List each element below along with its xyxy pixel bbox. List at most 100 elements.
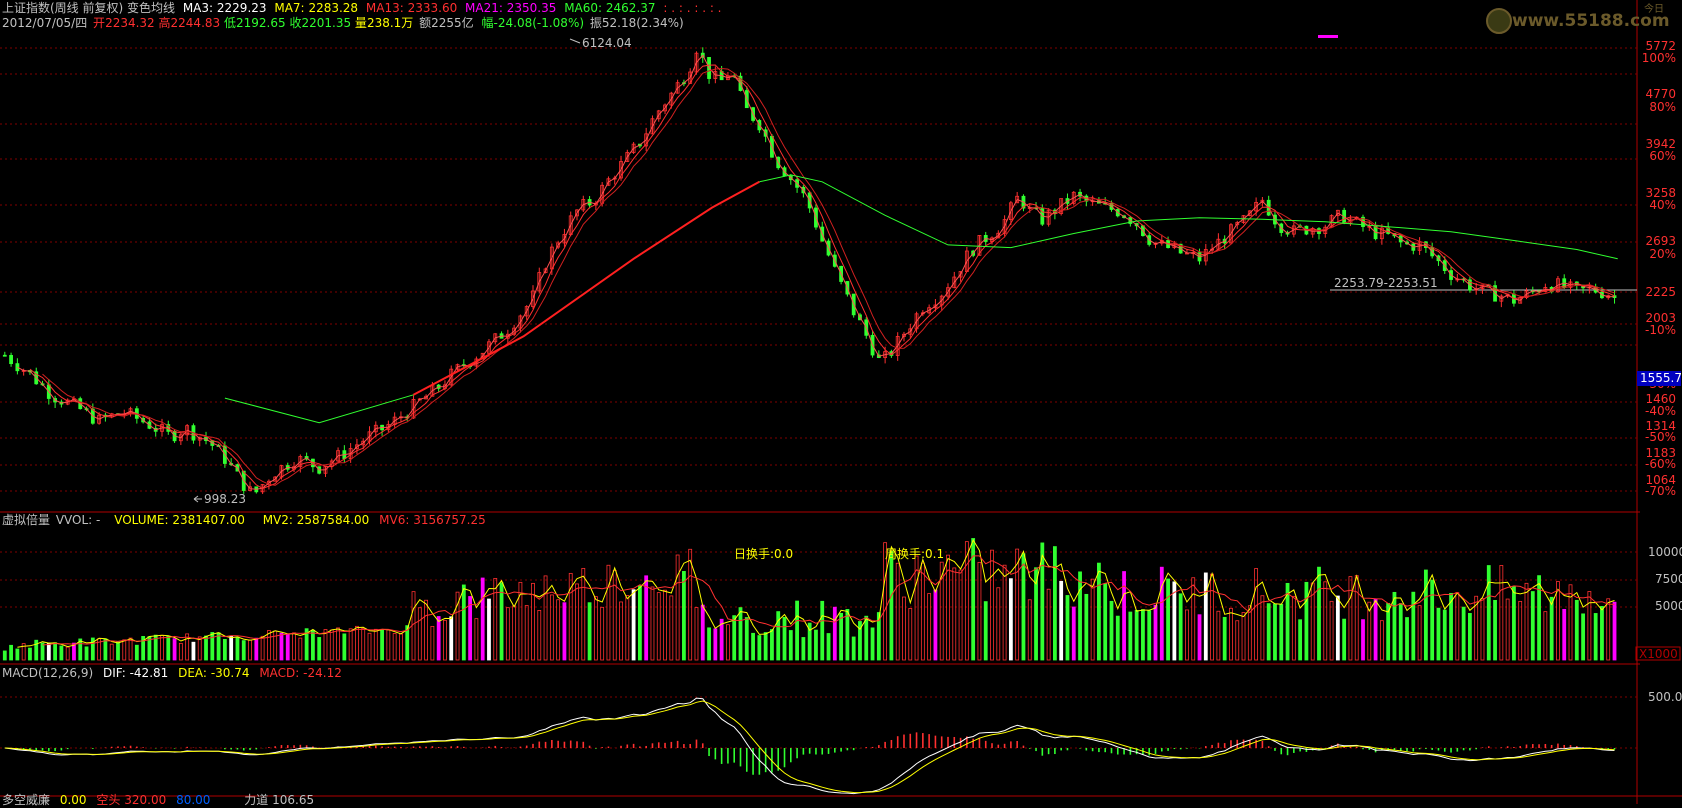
volume-bar — [1229, 607, 1233, 661]
volume-bar — [1178, 593, 1183, 661]
volume-bar — [920, 562, 925, 661]
quote-volume: 量238.1万 — [354, 16, 414, 30]
volume-bar — [1141, 609, 1145, 661]
volume-bar — [776, 611, 781, 661]
volume-bar — [1254, 568, 1259, 661]
ma7-label: MA7: 2283.28 — [274, 1, 359, 15]
volume-bar — [1235, 620, 1240, 661]
vol-axis-10000: 10000 — [1648, 545, 1682, 559]
current-price-value: 1555.7 — [1640, 371, 1682, 385]
volume-bar — [1291, 595, 1296, 661]
volume-bar — [788, 630, 793, 661]
volume-bar — [795, 600, 799, 661]
volume-bar — [1556, 581, 1560, 661]
volume-bar — [1392, 591, 1397, 661]
volume-bar — [1097, 562, 1101, 661]
volume-bar — [738, 607, 743, 661]
volume-bar — [65, 646, 70, 661]
volume-bar — [1147, 610, 1152, 661]
volume-bar — [820, 600, 825, 661]
volume-bar — [185, 633, 190, 661]
volume-bar — [1027, 599, 1032, 661]
volume-bar — [1185, 609, 1189, 661]
volume-bar — [952, 567, 957, 661]
ma13-label: MA13: 2333.60 — [365, 1, 458, 15]
volume-bar — [1317, 566, 1321, 661]
volume-bar — [1059, 580, 1064, 661]
bottom-right: 力道 106.65 — [244, 793, 315, 807]
volume-bar — [826, 633, 831, 661]
volume-bar — [675, 554, 680, 661]
volume-bar — [229, 635, 234, 661]
volume-bar — [524, 605, 529, 661]
ma21-label: MA21: 2350.35 — [465, 1, 557, 15]
moving-average-lines — [17, 54, 1618, 490]
volume-bar — [355, 625, 359, 661]
volume-bar — [166, 635, 171, 661]
volume-bar — [1298, 619, 1303, 661]
volume-bar — [109, 643, 114, 661]
volume-bar — [1128, 611, 1133, 661]
bottom-v3: 80.00 — [176, 793, 211, 807]
volume-bar — [285, 634, 290, 661]
volume-bar — [637, 585, 642, 661]
volume-bar — [549, 594, 554, 661]
quote-amplitude: 振52.18(2.34%) — [589, 16, 684, 30]
volume-bar — [53, 642, 58, 661]
volume-bar — [461, 584, 466, 661]
volume-bar — [644, 575, 649, 661]
chart-title: 上证指数(周线 前复权) 变色均线 — [2, 1, 175, 15]
volume-bar — [1304, 581, 1309, 661]
volume-bar — [1103, 583, 1108, 661]
volume-bar — [744, 617, 749, 661]
ma60-line — [413, 180, 760, 396]
volume-bar — [1562, 608, 1567, 661]
volume-bar — [1203, 572, 1208, 661]
volume-bar — [983, 601, 988, 661]
volume-bar — [1486, 565, 1491, 661]
volume-bar — [499, 582, 504, 661]
volume-bar — [1537, 575, 1541, 661]
volume-bar — [600, 606, 605, 661]
volume-bar — [1273, 603, 1277, 661]
volume-bar — [197, 636, 202, 661]
ma60-label: MA60: 2462.37 — [564, 1, 656, 15]
price-axis-pct: 60% — [1649, 149, 1676, 163]
quote-high: 高2244.83 — [158, 16, 221, 30]
volume-bar — [1071, 606, 1076, 661]
volume-bar — [782, 617, 787, 661]
mv6-value: MV6: 3156757.25 — [379, 513, 486, 527]
quote-open: 开2234.32 — [93, 16, 155, 30]
bottom-v2: 空头 320.00 — [96, 793, 167, 807]
candlesticks — [2, 47, 1617, 495]
volume-bar — [669, 595, 674, 661]
volume-bar — [1480, 598, 1485, 661]
volume-bar — [417, 607, 422, 661]
volume-bar — [1411, 591, 1416, 661]
volume-bar — [380, 628, 384, 661]
vvol-label: VVOL: - — [55, 513, 101, 527]
high-arrow-icon — [569, 38, 581, 44]
volume-bar — [443, 619, 447, 661]
volume-bar — [411, 591, 416, 661]
chart-canvas[interactable]: 6124.04 998.23 2253.79-2253.51 日换手:0.0 周… — [0, 0, 1682, 804]
volume-bar — [682, 571, 686, 661]
volume-bar — [449, 616, 454, 661]
volume-bar — [1078, 571, 1082, 661]
price-axis-price: 4770 — [1645, 87, 1676, 101]
volume-bar — [210, 632, 215, 661]
volume-bar — [1197, 614, 1202, 661]
volume-bar — [1593, 613, 1598, 661]
high-annotation: 6124.04 — [582, 36, 632, 50]
volume-bar — [1266, 603, 1271, 661]
volume-bar — [342, 633, 347, 661]
volume-bar — [386, 629, 391, 661]
volume-bar — [1159, 566, 1164, 661]
volume-bar — [204, 635, 208, 661]
volume-bar — [1191, 577, 1196, 661]
price-axis-pct: -10% — [1645, 323, 1676, 337]
price-axis-pct: 80% — [1649, 100, 1676, 114]
volume-bar — [336, 627, 340, 661]
volume-bar — [28, 647, 32, 661]
volume-bar — [348, 628, 353, 661]
